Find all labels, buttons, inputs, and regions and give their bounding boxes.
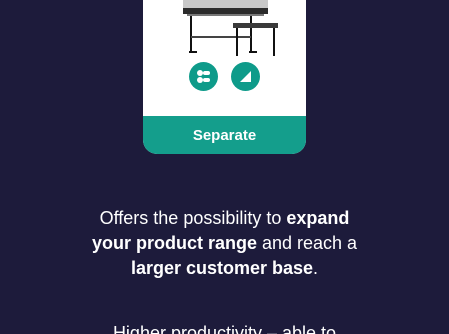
roller-icon [189,62,218,91]
feature-icon-row [143,62,306,91]
page: Separate Offers the possibility to expan… [0,0,449,334]
text-line2-b: and reach a [256,233,358,253]
printer-card[interactable]: Separate [143,0,306,154]
card-label: Separate [143,116,306,154]
text-line2-a: your product range [91,233,257,253]
printer-machine-icon [183,0,278,56]
description-text: Offers the possibility to expand your pr… [30,206,419,281]
text-line1-a: Offers the possibility to [99,208,287,228]
text-line1-b: expand [286,208,350,228]
text-line3-b: . [313,258,319,278]
cut-icon [231,62,260,91]
text-line3-a: larger customer base [130,258,314,278]
cutoff-text: Higher productivity – able to [112,323,337,334]
